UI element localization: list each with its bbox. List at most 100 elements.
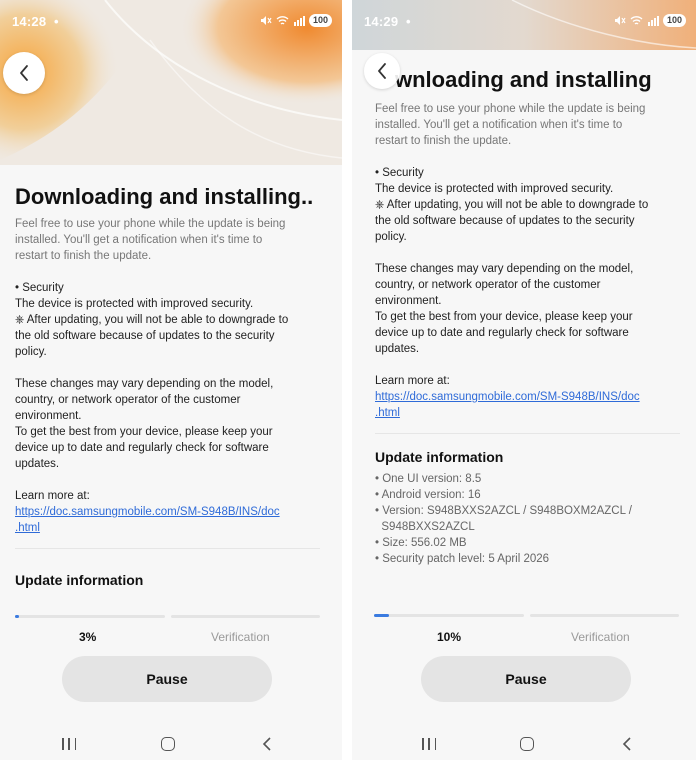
download-progress-fill: [374, 614, 389, 617]
mute-icon: [260, 16, 272, 25]
security-heading: • Security: [15, 282, 64, 294]
status-icons: 100: [260, 14, 332, 27]
learn-more-link[interactable]: https://doc.samsungmobile.com/SM-S948B/I…: [15, 504, 320, 536]
home-icon[interactable]: [161, 737, 175, 751]
download-progress-fill: [15, 615, 20, 618]
changes-line: country, or network operator of the cust…: [375, 279, 601, 291]
signal-icon: [647, 16, 659, 26]
subtitle-line: installed. You'll get a notification whe…: [15, 234, 263, 246]
divider: [15, 548, 320, 549]
back-button[interactable]: [364, 53, 400, 89]
update-content: wnloading and installing Feel free to us…: [375, 67, 680, 567]
progress-percent: 3%: [79, 630, 97, 644]
mute-icon: [614, 16, 626, 25]
link-line[interactable]: https://doc.samsungmobile.com/SM-S948B/I…: [15, 504, 320, 520]
verification-label: Verification: [211, 630, 270, 644]
changes-line: To get the best from your device, please…: [375, 311, 633, 323]
update-info-list: • One UI version: 8.5 • Android version:…: [375, 471, 680, 567]
update-subtitle: Feel free to use your phone while the up…: [15, 216, 320, 264]
link-line[interactable]: .html: [15, 520, 320, 536]
page-title: wnloading and installing: [395, 67, 652, 92]
changes-line: updates.: [15, 458, 60, 470]
notification-dot: •: [406, 14, 411, 29]
download-progress-track: [374, 614, 524, 617]
list-item: S948BXXS2AZCL: [375, 521, 475, 533]
list-item: • Size: 556.02 MB: [375, 537, 467, 549]
notification-dot: •: [54, 14, 59, 29]
back-nav-icon[interactable]: [262, 737, 272, 751]
verification-label: Verification: [571, 630, 630, 644]
changes-line: environment.: [375, 295, 442, 307]
status-icons: 100: [614, 14, 686, 27]
subtitle-line: Feel free to use your phone while the up…: [375, 103, 646, 115]
navigation-bar: [0, 725, 342, 760]
home-icon[interactable]: [520, 737, 534, 751]
page-title: Downloading and installing..: [15, 184, 314, 209]
download-progress-track: [15, 615, 165, 618]
learn-more-link[interactable]: https://doc.samsungmobile.com/SM-S948B/I…: [375, 389, 680, 421]
battery-icon: 100: [662, 14, 686, 27]
security-line: The device is protected with improved se…: [375, 183, 614, 195]
back-nav-icon[interactable]: [622, 737, 632, 751]
list-item: • Version: S948BXXS2AZCL / S948BOXM2AZCL…: [375, 505, 632, 517]
security-line: ⎈ After updating, you will not be able t…: [15, 314, 289, 326]
update-content: Downloading and installing.. Feel free t…: [15, 184, 320, 589]
signal-icon: [293, 16, 305, 26]
link-line[interactable]: https://doc.samsungmobile.com/SM-S948B/I…: [375, 389, 680, 405]
left-screen: 14:28 • 100 Downloading and installing..…: [0, 0, 342, 760]
changes-line: These changes may vary depending on the …: [375, 263, 634, 275]
recent-apps-icon[interactable]: [62, 738, 76, 750]
subtitle-line: installed. You'll get a notification whe…: [375, 119, 623, 131]
security-line: The device is protected with improved se…: [15, 298, 254, 310]
link-line[interactable]: .html: [375, 405, 680, 421]
security-line: policy.: [15, 346, 47, 358]
security-line: the old software because of updates to t…: [15, 330, 275, 342]
update-subtitle: Feel free to use your phone while the up…: [375, 101, 680, 149]
verification-progress-track: [170, 615, 320, 618]
right-screen: 14:29 • 100 wnloading and installing Fee…: [352, 0, 696, 760]
battery-icon: 100: [308, 14, 332, 27]
chevron-left-icon: [20, 65, 28, 81]
update-info-title: Update information: [15, 572, 144, 588]
navigation-bar: [352, 725, 696, 760]
security-heading: • Security: [375, 167, 424, 179]
subtitle-line: restart to finish the update.: [375, 135, 512, 147]
wifi-icon: [630, 16, 643, 25]
status-time: 14:28: [12, 14, 47, 29]
update-info-title: Update information: [375, 449, 504, 465]
pause-button[interactable]: Pause: [421, 656, 631, 702]
changes-line: To get the best from your device, please…: [15, 426, 273, 438]
status-bar: 14:29 • 100: [352, 0, 696, 40]
list-item: • One UI version: 8.5: [375, 473, 482, 485]
subtitle-line: restart to finish the update.: [15, 250, 152, 262]
pause-button[interactable]: Pause: [62, 656, 272, 702]
back-button[interactable]: [3, 52, 45, 94]
list-item: • Security patch level: 5 April 2026: [375, 553, 550, 565]
changes-line: environment.: [15, 410, 82, 422]
status-bar: 14:28 • 100: [0, 0, 342, 40]
changes-line: device up to date and regularly check fo…: [15, 442, 269, 454]
changes-section: These changes may vary depending on the …: [15, 376, 320, 472]
security-section: • Security The device is protected with …: [15, 280, 320, 360]
verification-progress-track: [529, 614, 679, 617]
security-line: ⎈ After updating, you will not be able t…: [375, 199, 649, 211]
status-time: 14:29: [364, 14, 399, 29]
progress-bar: [15, 615, 320, 618]
security-line: the old software because of updates to t…: [375, 215, 635, 227]
wifi-icon: [276, 16, 289, 25]
changes-line: country, or network operator of the cust…: [15, 394, 241, 406]
progress-bar: [374, 614, 679, 617]
recent-apps-icon[interactable]: [422, 738, 436, 750]
changes-line: updates.: [375, 343, 420, 355]
security-section: • Security The device is protected with …: [375, 165, 680, 245]
divider: [375, 433, 680, 434]
progress-percent: 10%: [437, 630, 462, 644]
learn-more-label: Learn more at:: [15, 490, 90, 502]
list-item: • Android version: 16: [375, 489, 481, 501]
subtitle-line: Feel free to use your phone while the up…: [15, 218, 286, 230]
chevron-left-icon: [378, 63, 386, 79]
changes-line: device up to date and regularly check fo…: [375, 327, 629, 339]
learn-more-label: Learn more at:: [375, 375, 450, 387]
security-line: policy.: [375, 231, 407, 243]
changes-section: These changes may vary depending on the …: [375, 261, 680, 357]
